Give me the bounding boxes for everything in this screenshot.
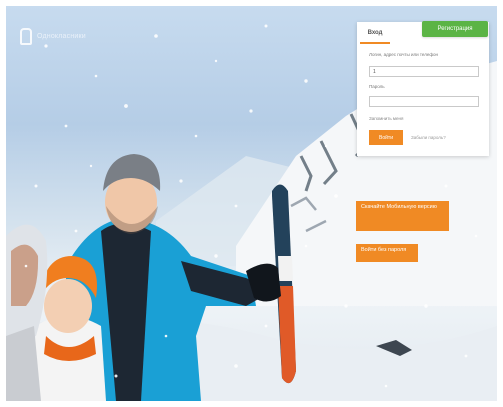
site-logo[interactable]: Однокласники: [20, 28, 86, 45]
username-input[interactable]: 1: [369, 66, 479, 77]
login-button[interactable]: Войти: [369, 130, 403, 145]
mobile-app-promo[interactable]: Скачайте Мобильную версию: [356, 201, 449, 231]
logo-icon: [20, 28, 32, 45]
remember-me-label[interactable]: Запомнить меня: [369, 116, 403, 121]
password-label: Пароль: [369, 84, 385, 89]
login-panel: Вход Логин, адрес почты или телефон 1 Па…: [357, 22, 489, 156]
logo-text: Однокласники: [37, 33, 86, 40]
secondary-promo[interactable]: Войти без пароля: [356, 244, 418, 262]
signup-button[interactable]: Регистрация: [422, 21, 488, 37]
browser-frame: Однокласники Вход Логин, адрес почты или…: [0, 0, 503, 407]
username-label: Логин, адрес почты или телефон: [369, 52, 439, 57]
password-input[interactable]: [369, 96, 479, 107]
forgot-password-link[interactable]: Забыли пароль?: [411, 135, 446, 140]
tab-login[interactable]: Вход: [360, 24, 390, 44]
